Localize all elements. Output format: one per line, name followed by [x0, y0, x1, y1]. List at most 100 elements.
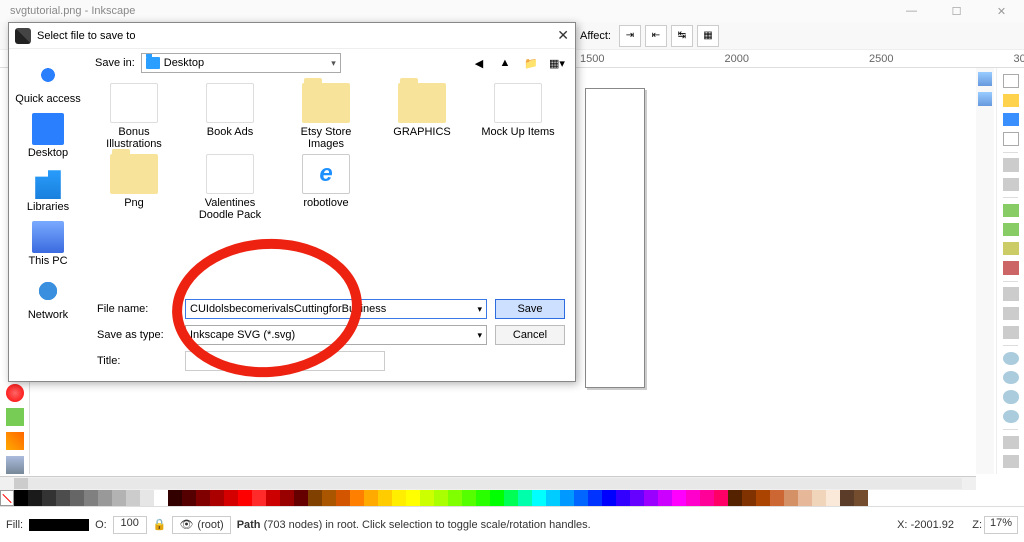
undo-icon[interactable]	[1003, 158, 1019, 171]
dialog-close-button[interactable]: ✕	[557, 27, 569, 44]
color-swatch[interactable]	[350, 490, 364, 506]
color-swatch[interactable]	[14, 490, 28, 506]
new-doc-icon[interactable]	[1003, 74, 1019, 88]
color-swatch[interactable]	[490, 490, 504, 506]
view-menu-button[interactable]: ▦▾	[547, 53, 567, 73]
color-swatch[interactable]	[112, 490, 126, 506]
color-swatch[interactable]	[42, 490, 56, 506]
arrow-icon[interactable]	[1003, 223, 1019, 236]
zoom-page-icon[interactable]	[1003, 410, 1019, 423]
zoom-icon[interactable]	[978, 92, 992, 106]
zoom-in-icon[interactable]	[1003, 371, 1019, 384]
color-swatch[interactable]	[420, 490, 434, 506]
sidebar-item-libraries[interactable]: Libraries	[13, 167, 83, 213]
save-button[interactable]: Save	[495, 299, 565, 319]
new-folder-button[interactable]: 📁	[521, 53, 541, 73]
file-item[interactable]: Bonus Illustrations	[95, 83, 173, 150]
fill-swatch[interactable]	[29, 519, 89, 531]
color-swatch[interactable]	[812, 490, 826, 506]
duplicate-icon[interactable]	[1003, 436, 1019, 449]
color-swatch[interactable]	[602, 490, 616, 506]
tool-icon[interactable]	[1003, 261, 1019, 274]
sidebar-item-desktop[interactable]: Desktop	[13, 113, 83, 159]
color-swatch[interactable]	[840, 490, 854, 506]
tool-icon[interactable]	[6, 456, 24, 474]
sidebar-item-quick-access[interactable]: Quick access	[13, 59, 83, 105]
lock-icon[interactable]: 🔒	[153, 518, 167, 531]
color-swatch[interactable]	[224, 490, 238, 506]
file-item[interactable]: Etsy Store Images	[287, 83, 365, 150]
minimize-button[interactable]: —	[889, 0, 934, 22]
text-icon[interactable]	[1003, 326, 1019, 339]
tool-icon[interactable]	[6, 432, 24, 450]
color-swatch[interactable]	[644, 490, 658, 506]
print-icon[interactable]	[1003, 132, 1019, 146]
color-swatch[interactable]	[448, 490, 462, 506]
arrow-icon[interactable]	[1003, 204, 1019, 217]
color-swatch[interactable]	[658, 490, 672, 506]
color-swatch[interactable]	[84, 490, 98, 506]
layer-selector[interactable]: 👁 (root)	[172, 516, 230, 534]
maximize-button[interactable]: ☐	[934, 0, 979, 22]
affect-btn-4[interactable]: ▦	[697, 25, 719, 47]
back-button[interactable]: ◀	[469, 53, 489, 73]
tool-icon[interactable]	[1003, 242, 1019, 255]
color-swatch[interactable]	[364, 490, 378, 506]
color-swatch[interactable]	[672, 490, 686, 506]
color-swatch[interactable]	[742, 490, 756, 506]
color-swatch[interactable]	[546, 490, 560, 506]
color-swatch[interactable]	[434, 490, 448, 506]
color-swatch[interactable]	[56, 490, 70, 506]
close-button[interactable]: ✕	[979, 0, 1024, 22]
color-swatch[interactable]	[728, 490, 742, 506]
file-item[interactable]: Png	[95, 154, 173, 221]
file-item[interactable]: GRAPHICS	[383, 83, 461, 150]
up-button[interactable]: ▲	[495, 53, 515, 73]
color-swatch[interactable]	[616, 490, 630, 506]
color-swatch[interactable]	[154, 490, 168, 506]
file-item[interactable]: robotlove	[287, 154, 365, 221]
color-swatch[interactable]	[462, 490, 476, 506]
color-swatch[interactable]	[196, 490, 210, 506]
file-item[interactable]: Book Ads	[191, 83, 269, 150]
color-swatch[interactable]	[406, 490, 420, 506]
sidebar-item-network[interactable]: Network	[13, 275, 83, 321]
affect-btn-3[interactable]: ↹	[671, 25, 693, 47]
file-item[interactable]: Mock Up Items	[479, 83, 557, 150]
open-icon[interactable]	[1003, 94, 1019, 107]
save-in-combo[interactable]: Desktop	[141, 53, 341, 73]
color-swatch[interactable]	[280, 490, 294, 506]
color-swatch[interactable]	[252, 490, 266, 506]
color-swatch[interactable]	[826, 490, 840, 506]
color-swatch[interactable]	[210, 490, 224, 506]
color-swatch[interactable]	[686, 490, 700, 506]
color-swatch[interactable]	[784, 490, 798, 506]
cancel-button[interactable]: Cancel	[495, 325, 565, 345]
color-swatch[interactable]	[854, 490, 868, 506]
save-as-type-combo[interactable]: Inkscape SVG (*.svg)	[185, 325, 487, 345]
color-swatch[interactable]	[756, 490, 770, 506]
no-color-swatch[interactable]	[0, 490, 14, 506]
zoom-out-icon[interactable]	[1003, 352, 1019, 365]
color-swatch[interactable]	[308, 490, 322, 506]
color-swatch[interactable]	[168, 490, 182, 506]
color-swatch[interactable]	[392, 490, 406, 506]
color-swatch[interactable]	[378, 490, 392, 506]
affect-btn-2[interactable]: ⇤	[645, 25, 667, 47]
zoom-fit-icon[interactable]	[1003, 390, 1019, 403]
redo-icon[interactable]	[1003, 178, 1019, 191]
tool-icon[interactable]	[6, 384, 24, 402]
tool-icon[interactable]	[6, 408, 24, 426]
sidebar-item-this-pc[interactable]: This PC	[13, 221, 83, 267]
opacity-input[interactable]: 100	[113, 516, 147, 534]
color-swatch[interactable]	[266, 490, 280, 506]
align-icon[interactable]	[1003, 307, 1019, 320]
affect-btn-1[interactable]: ⇥	[619, 25, 641, 47]
color-swatch[interactable]	[532, 490, 546, 506]
color-swatch[interactable]	[140, 490, 154, 506]
color-swatch[interactable]	[28, 490, 42, 506]
color-swatch[interactable]	[588, 490, 602, 506]
save-icon[interactable]	[1003, 113, 1019, 126]
color-swatch[interactable]	[770, 490, 784, 506]
file-name-input[interactable]: CUIdolsbecomerivalsCuttingforBusiness	[185, 299, 487, 319]
